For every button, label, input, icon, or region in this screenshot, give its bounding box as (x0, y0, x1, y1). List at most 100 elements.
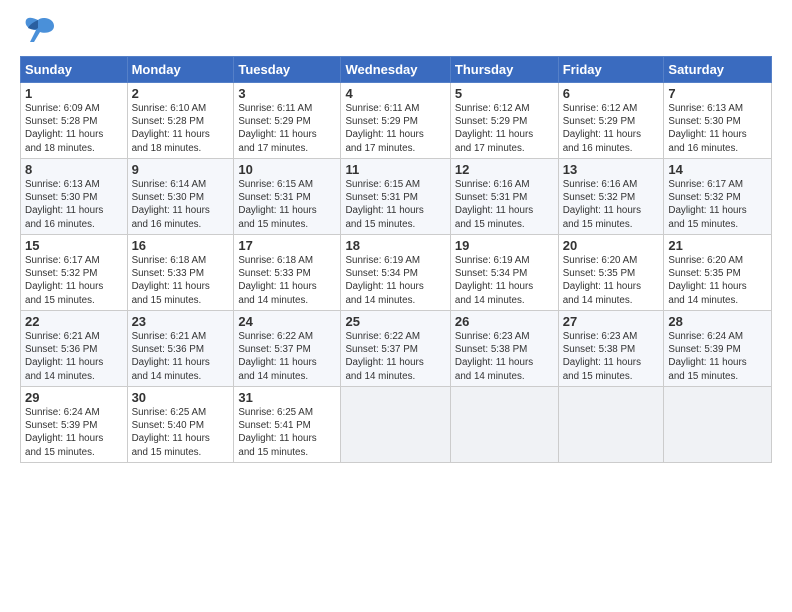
calendar-cell (450, 387, 558, 463)
day-number: 14 (668, 162, 767, 177)
page: SundayMondayTuesdayWednesdayThursdayFrid… (0, 0, 792, 473)
calendar-cell (664, 387, 772, 463)
day-number: 1 (25, 86, 123, 101)
calendar-cell: 20Sunrise: 6:20 AM Sunset: 5:35 PM Dayli… (558, 235, 664, 311)
day-info: Sunrise: 6:09 AM Sunset: 5:28 PM Dayligh… (25, 102, 123, 155)
day-number: 21 (668, 238, 767, 253)
day-info: Sunrise: 6:24 AM Sunset: 5:39 PM Dayligh… (668, 330, 767, 383)
day-number: 20 (563, 238, 660, 253)
day-number: 10 (238, 162, 336, 177)
day-info: Sunrise: 6:11 AM Sunset: 5:29 PM Dayligh… (238, 102, 336, 155)
calendar-cell: 3Sunrise: 6:11 AM Sunset: 5:29 PM Daylig… (234, 83, 341, 159)
calendar-cell: 14Sunrise: 6:17 AM Sunset: 5:32 PM Dayli… (664, 159, 772, 235)
day-info: Sunrise: 6:18 AM Sunset: 5:33 PM Dayligh… (238, 254, 336, 307)
day-number: 16 (132, 238, 230, 253)
day-number: 11 (345, 162, 445, 177)
day-info: Sunrise: 6:22 AM Sunset: 5:37 PM Dayligh… (345, 330, 445, 383)
calendar-cell: 16Sunrise: 6:18 AM Sunset: 5:33 PM Dayli… (127, 235, 234, 311)
day-number: 9 (132, 162, 230, 177)
day-number: 5 (455, 86, 554, 101)
day-number: 17 (238, 238, 336, 253)
day-number: 7 (668, 86, 767, 101)
calendar-cell: 8Sunrise: 6:13 AM Sunset: 5:30 PM Daylig… (21, 159, 128, 235)
day-number: 8 (25, 162, 123, 177)
day-info: Sunrise: 6:16 AM Sunset: 5:31 PM Dayligh… (455, 178, 554, 231)
calendar-cell: 18Sunrise: 6:19 AM Sunset: 5:34 PM Dayli… (341, 235, 450, 311)
day-info: Sunrise: 6:12 AM Sunset: 5:29 PM Dayligh… (563, 102, 660, 155)
day-number: 28 (668, 314, 767, 329)
calendar-cell: 28Sunrise: 6:24 AM Sunset: 5:39 PM Dayli… (664, 311, 772, 387)
day-info: Sunrise: 6:16 AM Sunset: 5:32 PM Dayligh… (563, 178, 660, 231)
calendar-cell: 4Sunrise: 6:11 AM Sunset: 5:29 PM Daylig… (341, 83, 450, 159)
day-info: Sunrise: 6:21 AM Sunset: 5:36 PM Dayligh… (25, 330, 123, 383)
day-info: Sunrise: 6:19 AM Sunset: 5:34 PM Dayligh… (345, 254, 445, 307)
calendar-cell (341, 387, 450, 463)
calendar-week-row: 8Sunrise: 6:13 AM Sunset: 5:30 PM Daylig… (21, 159, 772, 235)
weekday-saturday: Saturday (664, 57, 772, 83)
day-number: 27 (563, 314, 660, 329)
calendar-cell: 2Sunrise: 6:10 AM Sunset: 5:28 PM Daylig… (127, 83, 234, 159)
calendar-cell: 29Sunrise: 6:24 AM Sunset: 5:39 PM Dayli… (21, 387, 128, 463)
day-info: Sunrise: 6:22 AM Sunset: 5:37 PM Dayligh… (238, 330, 336, 383)
calendar-cell (558, 387, 664, 463)
day-info: Sunrise: 6:15 AM Sunset: 5:31 PM Dayligh… (238, 178, 336, 231)
calendar-week-row: 29Sunrise: 6:24 AM Sunset: 5:39 PM Dayli… (21, 387, 772, 463)
calendar-cell: 19Sunrise: 6:19 AM Sunset: 5:34 PM Dayli… (450, 235, 558, 311)
day-number: 19 (455, 238, 554, 253)
day-info: Sunrise: 6:25 AM Sunset: 5:40 PM Dayligh… (132, 406, 230, 459)
calendar-cell: 7Sunrise: 6:13 AM Sunset: 5:30 PM Daylig… (664, 83, 772, 159)
day-info: Sunrise: 6:10 AM Sunset: 5:28 PM Dayligh… (132, 102, 230, 155)
calendar-cell: 17Sunrise: 6:18 AM Sunset: 5:33 PM Dayli… (234, 235, 341, 311)
calendar-cell: 15Sunrise: 6:17 AM Sunset: 5:32 PM Dayli… (21, 235, 128, 311)
calendar-cell: 30Sunrise: 6:25 AM Sunset: 5:40 PM Dayli… (127, 387, 234, 463)
day-info: Sunrise: 6:17 AM Sunset: 5:32 PM Dayligh… (668, 178, 767, 231)
day-info: Sunrise: 6:17 AM Sunset: 5:32 PM Dayligh… (25, 254, 123, 307)
calendar-cell: 27Sunrise: 6:23 AM Sunset: 5:38 PM Dayli… (558, 311, 664, 387)
calendar-cell: 6Sunrise: 6:12 AM Sunset: 5:29 PM Daylig… (558, 83, 664, 159)
calendar-cell: 31Sunrise: 6:25 AM Sunset: 5:41 PM Dayli… (234, 387, 341, 463)
calendar-cell: 26Sunrise: 6:23 AM Sunset: 5:38 PM Dayli… (450, 311, 558, 387)
calendar-cell: 13Sunrise: 6:16 AM Sunset: 5:32 PM Dayli… (558, 159, 664, 235)
calendar-cell: 5Sunrise: 6:12 AM Sunset: 5:29 PM Daylig… (450, 83, 558, 159)
weekday-header-row: SundayMondayTuesdayWednesdayThursdayFrid… (21, 57, 772, 83)
day-info: Sunrise: 6:15 AM Sunset: 5:31 PM Dayligh… (345, 178, 445, 231)
calendar-cell: 23Sunrise: 6:21 AM Sunset: 5:36 PM Dayli… (127, 311, 234, 387)
day-number: 12 (455, 162, 554, 177)
day-number: 23 (132, 314, 230, 329)
calendar-cell: 21Sunrise: 6:20 AM Sunset: 5:35 PM Dayli… (664, 235, 772, 311)
weekday-monday: Monday (127, 57, 234, 83)
day-number: 25 (345, 314, 445, 329)
day-info: Sunrise: 6:21 AM Sunset: 5:36 PM Dayligh… (132, 330, 230, 383)
day-number: 30 (132, 390, 230, 405)
day-number: 31 (238, 390, 336, 405)
day-number: 29 (25, 390, 123, 405)
calendar-cell: 24Sunrise: 6:22 AM Sunset: 5:37 PM Dayli… (234, 311, 341, 387)
weekday-friday: Friday (558, 57, 664, 83)
calendar-week-row: 1Sunrise: 6:09 AM Sunset: 5:28 PM Daylig… (21, 83, 772, 159)
day-info: Sunrise: 6:18 AM Sunset: 5:33 PM Dayligh… (132, 254, 230, 307)
day-number: 22 (25, 314, 123, 329)
day-info: Sunrise: 6:23 AM Sunset: 5:38 PM Dayligh… (563, 330, 660, 383)
day-info: Sunrise: 6:13 AM Sunset: 5:30 PM Dayligh… (668, 102, 767, 155)
calendar-cell: 9Sunrise: 6:14 AM Sunset: 5:30 PM Daylig… (127, 159, 234, 235)
weekday-thursday: Thursday (450, 57, 558, 83)
calendar-cell: 12Sunrise: 6:16 AM Sunset: 5:31 PM Dayli… (450, 159, 558, 235)
calendar-cell: 22Sunrise: 6:21 AM Sunset: 5:36 PM Dayli… (21, 311, 128, 387)
day-number: 26 (455, 314, 554, 329)
day-info: Sunrise: 6:20 AM Sunset: 5:35 PM Dayligh… (563, 254, 660, 307)
calendar-cell: 11Sunrise: 6:15 AM Sunset: 5:31 PM Dayli… (341, 159, 450, 235)
weekday-sunday: Sunday (21, 57, 128, 83)
calendar-cell: 1Sunrise: 6:09 AM Sunset: 5:28 PM Daylig… (21, 83, 128, 159)
header (20, 16, 772, 46)
day-info: Sunrise: 6:12 AM Sunset: 5:29 PM Dayligh… (455, 102, 554, 155)
day-info: Sunrise: 6:23 AM Sunset: 5:38 PM Dayligh… (455, 330, 554, 383)
weekday-wednesday: Wednesday (341, 57, 450, 83)
day-info: Sunrise: 6:13 AM Sunset: 5:30 PM Dayligh… (25, 178, 123, 231)
day-number: 6 (563, 86, 660, 101)
day-info: Sunrise: 6:20 AM Sunset: 5:35 PM Dayligh… (668, 254, 767, 307)
calendar-week-row: 15Sunrise: 6:17 AM Sunset: 5:32 PM Dayli… (21, 235, 772, 311)
weekday-tuesday: Tuesday (234, 57, 341, 83)
calendar-table: SundayMondayTuesdayWednesdayThursdayFrid… (20, 56, 772, 463)
calendar-cell: 10Sunrise: 6:15 AM Sunset: 5:31 PM Dayli… (234, 159, 341, 235)
day-number: 15 (25, 238, 123, 253)
